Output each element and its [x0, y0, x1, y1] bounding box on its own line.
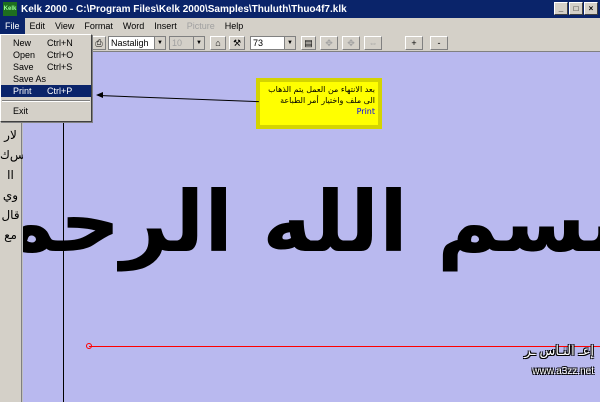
menu-item-new[interactable]: New Ctrl+N [1, 37, 91, 49]
file-menu-dropdown: New Ctrl+N Open Ctrl+O Save Ctrl+S Save … [0, 34, 92, 122]
arrow-left-icon [96, 92, 103, 98]
glyph-item[interactable]: ﻻﺭ [0, 128, 21, 148]
chevron-down-icon[interactable]: ▼ [284, 37, 295, 49]
document-canvas[interactable]: بعد الانتهاء من العمل يتم الذهاب الى ملف… [23, 52, 600, 402]
zoom-in-button[interactable]: + [405, 36, 423, 50]
tip-callout-body: بعد الانتهاء من العمل يتم الذهاب الى ملف… [260, 82, 378, 125]
menu-picture: Picture [186, 21, 215, 31]
title-bar: Kelk Kelk 2000 - C:\Program Files\Kelk 2… [0, 0, 600, 18]
menu-edit[interactable]: Edit [25, 18, 51, 34]
menu-bar: File Edit View Format Word Insert Pictur… [0, 18, 600, 34]
glyph-item[interactable]: ﻗﺎﻝ [0, 208, 21, 228]
menu-item-print[interactable]: Print Ctrl+P [1, 85, 91, 97]
menu-item-open[interactable]: Open Ctrl+O [1, 49, 91, 61]
baseline-handle-icon[interactable] [86, 343, 92, 349]
window-controls: _ □ × [554, 2, 598, 15]
glyph-item[interactable]: ﻣﻊ [0, 228, 21, 248]
zoom-out-button[interactable]: - [430, 36, 448, 50]
menu-item-save-as[interactable]: Save As [1, 73, 91, 85]
glyph-item[interactable]: ﺱﻙ [0, 148, 25, 168]
page-icon[interactable]: ▤ [301, 36, 316, 50]
menu-item-save[interactable]: Save Ctrl+S [1, 61, 91, 73]
menu-view[interactable]: View [50, 18, 79, 34]
align-icon: ⇔ [364, 36, 382, 50]
move-alt-icon: ✥ [342, 36, 360, 50]
watermark-url: www.a3zz.net [532, 366, 594, 377]
zoom-select-value: 73 [253, 38, 264, 48]
size-select: 10 ▼ [169, 36, 205, 50]
menu-word[interactable]: Word [118, 18, 149, 34]
chevron-down-icon: ▼ [193, 37, 204, 49]
glyph-item[interactable]: ﺍﺍ [0, 168, 21, 188]
menu-file[interactable]: File [0, 18, 25, 34]
tip-line-2: الى ملف واختيار أمر الطباعة [280, 96, 375, 105]
watermark: إعـ النـاس ـر www.a3zz.net [524, 342, 594, 382]
close-button[interactable]: × [584, 2, 598, 15]
tools-icon[interactable]: ⚒ [229, 36, 245, 50]
size-select-value: 10 [172, 38, 183, 48]
menu-separator [2, 100, 90, 102]
maximize-button[interactable]: □ [569, 2, 583, 15]
kelk-app-icon[interactable]: Kelk [3, 2, 17, 16]
font-select-value: Nastaligh [111, 38, 149, 48]
glyph-item[interactable]: ﻭﻱ [0, 188, 21, 208]
menu-format[interactable]: Format [79, 18, 118, 34]
font-select[interactable]: Nastaligh ▼ [108, 36, 166, 50]
minimize-button[interactable]: _ [554, 2, 568, 15]
tip-print-label: Print [356, 107, 375, 116]
mosque-icon[interactable]: ⌂ [210, 36, 226, 50]
watermark-arabic: إعـ النـاس ـر [524, 344, 594, 359]
print-preview-icon[interactable]: ⎙ [92, 36, 106, 50]
tip-line-1: بعد الانتهاء من العمل يتم الذهاب [268, 85, 375, 94]
menu-item-exit[interactable]: Exit [1, 105, 91, 117]
menu-insert[interactable]: Insert [149, 18, 182, 34]
zoom-select[interactable]: 73 ▼ [250, 36, 296, 50]
window-title: Kelk 2000 - C:\Program Files\Kelk 2000\S… [21, 3, 347, 15]
move-icon: ✥ [320, 36, 338, 50]
menu-help[interactable]: Help [220, 18, 249, 34]
chevron-down-icon[interactable]: ▼ [154, 37, 165, 49]
tip-callout: بعد الانتهاء من العمل يتم الذهاب الى ملف… [256, 78, 382, 129]
